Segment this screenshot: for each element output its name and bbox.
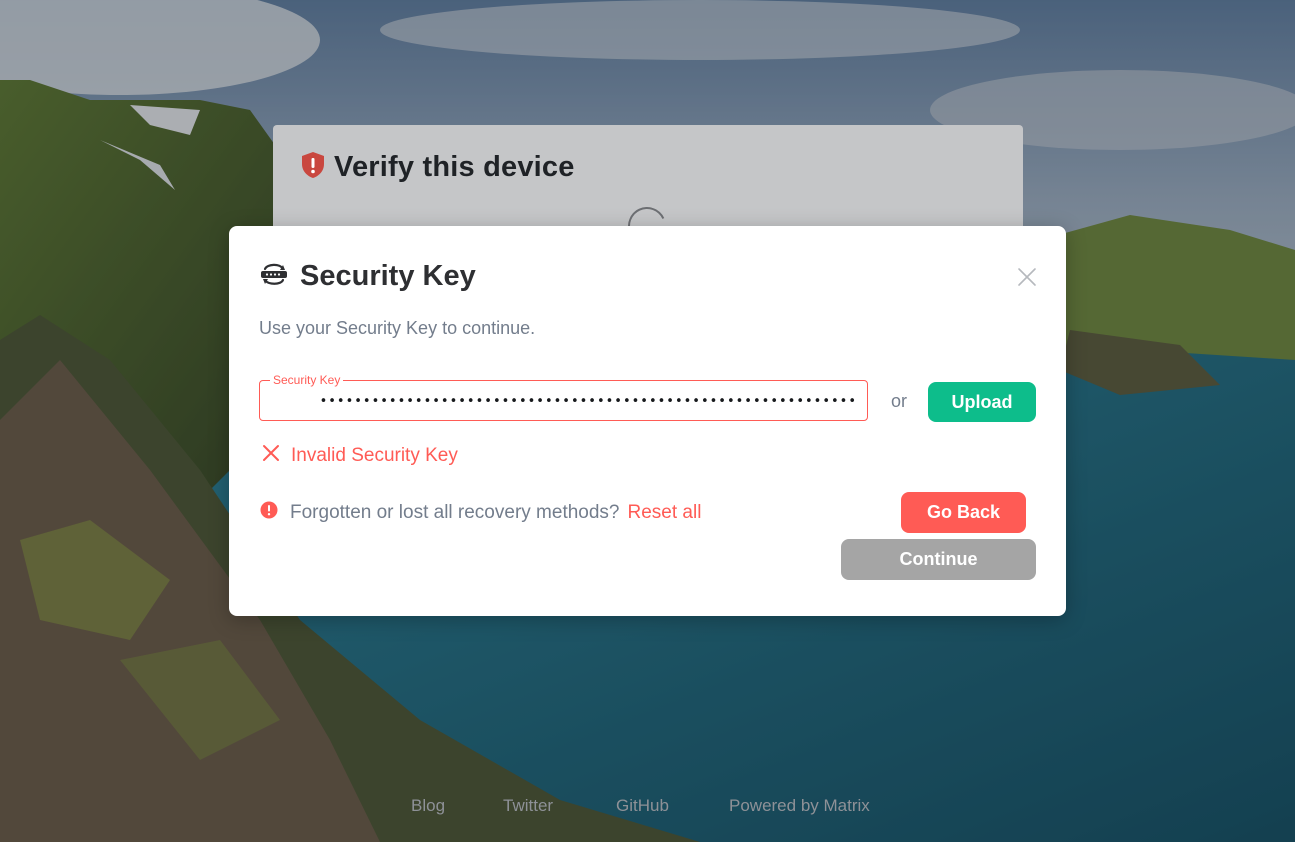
security-key-input[interactable]: ••••••••••••••••••••••••••••••••••••••••…: [262, 383, 865, 418]
reset-all-link[interactable]: Reset all: [628, 502, 702, 524]
footer-link-blog[interactable]: Blog: [411, 796, 445, 816]
footer-link-github[interactable]: GitHub: [616, 796, 669, 816]
error-text: Invalid Security Key: [291, 444, 458, 466]
continue-button[interactable]: Continue: [841, 539, 1036, 580]
security-key-field: Security Key •••••••••••••••••••••••••••…: [259, 372, 868, 421]
app-root: Verify this device Security Key Use your…: [0, 0, 1295, 842]
footer-link-powered-by-matrix[interactable]: Powered by Matrix: [729, 796, 870, 816]
shield-alert-icon: [300, 151, 326, 184]
cross-icon: [262, 444, 280, 467]
footer-link-twitter[interactable]: Twitter: [503, 796, 553, 816]
validation-error: Invalid Security Key: [262, 444, 458, 467]
verify-title-row: Verify this device: [300, 151, 575, 184]
dialog-title: Security Key: [300, 260, 476, 292]
close-icon: [1016, 268, 1038, 292]
go-back-button[interactable]: Go Back: [901, 492, 1026, 533]
exclamation-circle-icon: [260, 501, 278, 524]
close-button[interactable]: [1016, 266, 1038, 288]
verify-title: Verify this device: [334, 151, 575, 183]
dialog-description: Use your Security Key to continue.: [259, 318, 536, 338]
reset-prompt: Forgotten or lost all recovery methods?: [290, 501, 620, 523]
security-key-dialog: Security Key Use your Security Key to co…: [229, 226, 1066, 616]
or-separator: or: [891, 391, 908, 411]
upload-button[interactable]: Upload: [928, 382, 1036, 422]
reset-row: Forgotten or lost all recovery methods? …: [260, 501, 701, 524]
dialog-header: Security Key: [259, 260, 476, 293]
key-icon: [259, 261, 289, 292]
